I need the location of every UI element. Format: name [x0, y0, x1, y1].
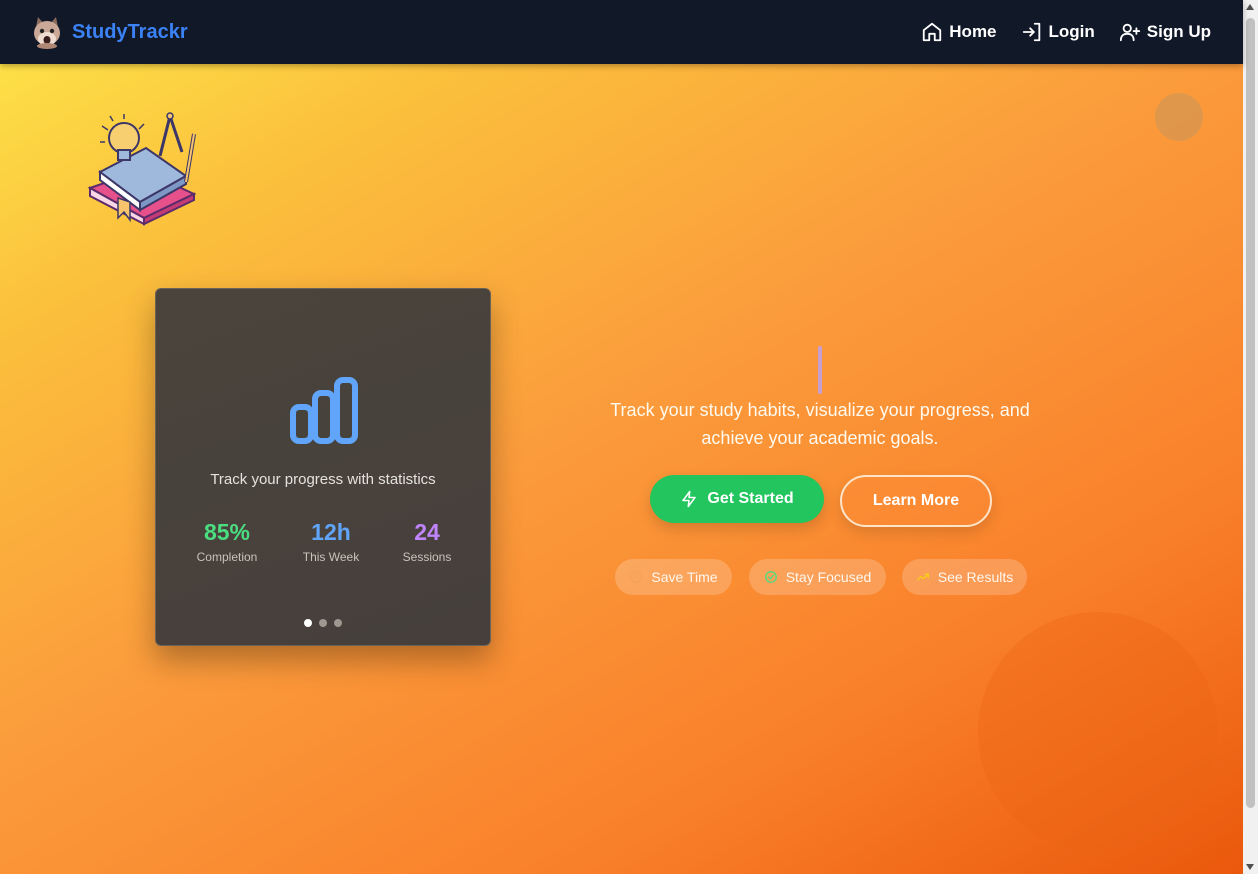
hero-section: Track your progress with statistics 85% …	[0, 64, 1243, 874]
stat-value: 24	[414, 519, 440, 545]
carousel-dot[interactable]	[304, 619, 312, 627]
lightning-icon	[682, 490, 697, 508]
stat-this-week: 12h This Week	[296, 519, 366, 564]
clock-icon	[630, 571, 643, 583]
user-plus-icon	[1119, 23, 1140, 42]
decorative-circle	[978, 612, 1218, 852]
typing-cursor	[818, 346, 822, 394]
stat-label: This Week	[302, 550, 360, 564]
stat-sessions: 24 Sessions	[392, 519, 462, 564]
stat-value: 85%	[203, 519, 251, 545]
feature-pill-stay-focused: Stay Focused	[749, 559, 886, 595]
stat-label: Sessions	[402, 550, 452, 564]
login-icon	[1022, 22, 1040, 42]
stats-card: Track your progress with statistics 85% …	[155, 288, 491, 646]
home-icon	[923, 22, 942, 42]
learn-more-label: Learn More	[872, 492, 960, 509]
feature-label: Stay Focused	[785, 569, 872, 585]
scroll-up-arrow-icon[interactable]	[1246, 4, 1254, 10]
bar-chart-icon	[290, 377, 358, 444]
brand-name: StudyTrackr	[72, 20, 188, 43]
learn-more-button[interactable]: Learn More	[840, 475, 992, 527]
decorative-circle	[1155, 93, 1203, 141]
nav-signup-label: Sign Up	[1146, 22, 1211, 41]
stat-label: Completion	[196, 550, 258, 564]
nav-home-link[interactable]: Home	[921, 21, 997, 43]
nav-login-label: Login	[1048, 22, 1095, 41]
brand[interactable]: StudyTrackr	[32, 15, 188, 49]
carousel-dot[interactable]	[319, 619, 327, 627]
scroll-down-arrow-icon[interactable]	[1246, 864, 1254, 870]
stat-value: 12h	[311, 519, 351, 545]
feature-label: See Results	[937, 569, 1014, 585]
vertical-scrollbar[interactable]	[1243, 0, 1258, 874]
carousel-dots	[156, 619, 490, 627]
nav-login-link[interactable]: Login	[1021, 21, 1095, 43]
feature-pill-save-time: Save Time	[615, 559, 732, 595]
get-started-button[interactable]: Get Started	[650, 475, 824, 523]
trending-up-icon	[916, 573, 929, 581]
stat-completion: 85% Completion	[192, 519, 262, 564]
check-circle-icon	[764, 571, 777, 583]
nav-links: Home Login Sign Up	[921, 0, 1211, 64]
card-caption: Track your progress with statistics	[210, 471, 436, 488]
scroll-thumb[interactable]	[1246, 18, 1255, 808]
get-started-label: Get Started	[707, 490, 794, 507]
top-navbar: StudyTrackr Home Login Sign Up	[0, 0, 1243, 64]
study-books-illustration	[87, 112, 197, 226]
feature-label: Save Time	[651, 569, 718, 585]
hero-tagline: Track your study habits, visualize your …	[610, 400, 1030, 448]
nav-home-label: Home	[949, 22, 997, 41]
carousel-dot[interactable]	[334, 619, 342, 627]
cat-logo-icon	[34, 17, 60, 49]
nav-signup-link[interactable]: Sign Up	[1119, 21, 1211, 43]
feature-pill-see-results: See Results	[902, 559, 1027, 595]
